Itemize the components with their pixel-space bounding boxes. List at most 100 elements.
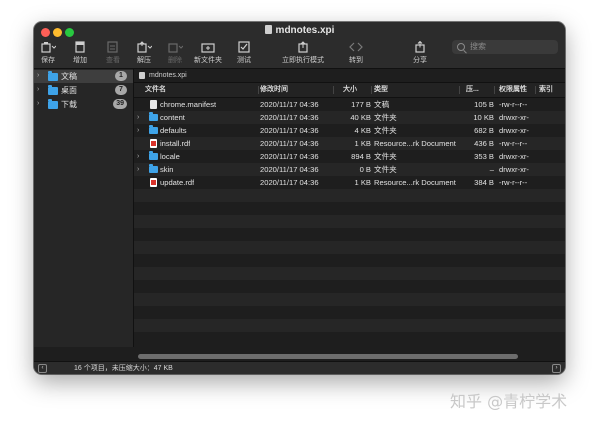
- column-size[interactable]: 大小: [343, 83, 357, 97]
- sidebar: › 文稿 1 › 桌面 7 › 下载 39 搜索: [34, 69, 134, 374]
- column-divider[interactable]: [459, 86, 460, 94]
- save-button[interactable]: 保存: [40, 41, 57, 65]
- column-permissions[interactable]: 权限属性: [499, 83, 527, 97]
- file-name: content: [160, 113, 185, 122]
- file-compressed: 682 B: [474, 126, 494, 135]
- new-folder-icon: [200, 41, 216, 53]
- checkbox-icon: [236, 41, 252, 53]
- column-modified[interactable]: 修改时间: [260, 83, 288, 97]
- chevron-left-icon[interactable]: ‹: [38, 364, 47, 373]
- column-compressed[interactable]: 压...: [466, 83, 479, 97]
- chevron-right-icon[interactable]: ›: [37, 72, 39, 79]
- file-permissions: -rw-r--r--: [499, 139, 528, 148]
- view-icon: [105, 41, 121, 53]
- file-permissions: drwxr-xr-: [499, 126, 529, 135]
- window-title: mdnotes.xpi: [34, 25, 565, 36]
- path-bar: mdnotes.xpi: [134, 69, 565, 83]
- extract-button[interactable]: 解压: [136, 41, 153, 65]
- sidebar-item-downloads[interactable]: › 下载 39: [34, 98, 133, 111]
- table-row[interactable]: update.rdf 2020/11/17 04:36 1 KB Resourc…: [134, 176, 565, 189]
- file-permissions: -rw-r--r--: [499, 178, 528, 187]
- file-kind: 文件夹: [374, 126, 397, 135]
- delete-button[interactable]: 删除: [167, 41, 184, 65]
- file-kind: 文件夹: [374, 152, 397, 161]
- chevron-right-icon[interactable]: ›: [137, 124, 139, 137]
- column-kind[interactable]: 类型: [374, 83, 388, 97]
- file-kind: 文件夹: [374, 165, 397, 174]
- file-list: mdnotes.xpi 文件名 修改时间 大小 类型 压... 权限属性 索引 …: [134, 69, 565, 347]
- file-modified: 2020/11/17 04:36: [260, 178, 319, 187]
- file-size: 40 KB: [350, 113, 371, 122]
- horizontal-scrollbar[interactable]: [134, 352, 565, 361]
- file-permissions: drwxr-xr-: [499, 152, 529, 161]
- file-name: install.rdf: [160, 139, 191, 148]
- file-kind: Resource...rk Document: [374, 178, 456, 187]
- folder-icon: [149, 151, 158, 160]
- new-folder-button[interactable]: 新文件夹: [194, 41, 222, 65]
- file-kind: 文件夹: [374, 113, 397, 122]
- table-row[interactable]: chrome.manifest 2020/11/17 04:36 177 B 文…: [134, 98, 565, 111]
- column-divider[interactable]: [494, 86, 495, 94]
- file-compressed: –: [489, 165, 494, 174]
- table-row[interactable]: install.rdf 2020/11/17 04:36 1 KB Resour…: [134, 137, 565, 150]
- folder-icon: [48, 71, 58, 81]
- extract-icon: [136, 41, 153, 53]
- table-row[interactable]: › content 2020/11/17 04:36 40 KB 文件夹 10 …: [134, 111, 565, 124]
- chevron-right-icon[interactable]: ›: [137, 111, 139, 124]
- execute-icon: [295, 41, 311, 53]
- archive-icon: [40, 41, 57, 53]
- folder-icon: [149, 125, 158, 134]
- file-compressed: 384 B: [474, 178, 494, 187]
- view-button[interactable]: 查看: [105, 41, 121, 65]
- status-bar: ‹ 16 个项目，未压缩大小：47 KB ›: [34, 361, 565, 374]
- count-badge: 39: [113, 99, 127, 109]
- column-divider[interactable]: [258, 86, 259, 94]
- folder-icon: [149, 164, 158, 173]
- sidebar-item-desktop[interactable]: › 桌面 7: [34, 84, 133, 97]
- chevron-right-icon[interactable]: ›: [37, 86, 39, 93]
- test-button[interactable]: 测试: [236, 41, 252, 65]
- chevron-right-icon[interactable]: ›: [137, 150, 139, 163]
- file-compressed: 353 B: [474, 152, 494, 161]
- file-modified: 2020/11/17 04:36: [260, 139, 319, 148]
- file-size: 894 B: [351, 152, 371, 161]
- column-name[interactable]: 文件名: [145, 83, 166, 97]
- document-icon: [264, 25, 272, 34]
- file-name: defaults: [160, 126, 187, 135]
- empty-row: [134, 189, 565, 202]
- search-icon: [457, 43, 465, 51]
- column-index[interactable]: 索引: [539, 83, 553, 97]
- add-button[interactable]: 增加: [72, 41, 88, 65]
- document-icon: [139, 72, 145, 79]
- file-permissions: -rw-r--r--: [499, 100, 528, 109]
- share-button[interactable]: 分享: [412, 40, 428, 65]
- execute-mode-button[interactable]: 立即执行模式: [282, 41, 324, 65]
- toolbar-search-input[interactable]: 搜索: [452, 40, 558, 54]
- file-permissions: drwxr-xr-: [499, 165, 529, 174]
- chevron-right-icon[interactable]: ›: [137, 163, 139, 176]
- count-badge: 7: [115, 85, 127, 95]
- sidebar-item-documents[interactable]: › 文稿 1: [34, 70, 133, 83]
- rdf-file-icon: [150, 178, 157, 187]
- table-row[interactable]: › skin 2020/11/17 04:36 0 B 文件夹 – drwxr-…: [134, 163, 565, 176]
- column-divider[interactable]: [333, 86, 334, 94]
- column-divider[interactable]: [371, 86, 372, 94]
- chevron-right-icon[interactable]: ›: [552, 364, 561, 373]
- column-divider[interactable]: [535, 86, 536, 94]
- title-toolbar: mdnotes.xpi 保存 增加 查看 解压 删除 新文件夹 测试 立即执行模…: [34, 22, 565, 69]
- folder-icon: [48, 85, 58, 95]
- goto-button[interactable]: 转到: [348, 41, 364, 65]
- scrollbar-thumb[interactable]: [138, 354, 518, 359]
- chevron-right-icon[interactable]: ›: [37, 100, 39, 107]
- file-size: 1 KB: [354, 139, 371, 148]
- file-compressed: 436 B: [474, 139, 494, 148]
- file-rows: chrome.manifest 2020/11/17 04:36 177 B 文…: [134, 98, 565, 347]
- table-row[interactable]: › defaults 2020/11/17 04:36 4 KB 文件夹 682…: [134, 124, 565, 137]
- file-modified: 2020/11/17 04:36: [260, 113, 319, 122]
- file-kind: 文稿: [374, 100, 390, 109]
- archive-window: mdnotes.xpi 保存 增加 查看 解压 删除 新文件夹 测试 立即执行模…: [34, 22, 565, 374]
- empty-row: [134, 319, 565, 332]
- file-size: 1 KB: [354, 178, 371, 187]
- list-header: 文件名 修改时间 大小 类型 压... 权限属性 索引: [134, 83, 565, 98]
- table-row[interactable]: › locale 2020/11/17 04:36 894 B 文件夹 353 …: [134, 150, 565, 163]
